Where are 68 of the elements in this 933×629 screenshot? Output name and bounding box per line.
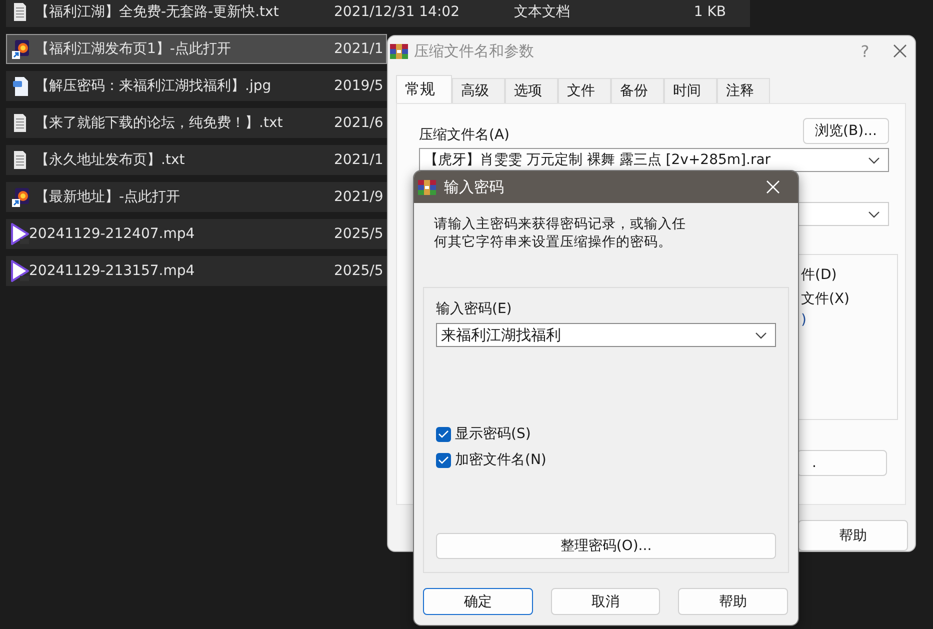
password-combo[interactable]: 来福利江湖找福利 bbox=[436, 323, 776, 347]
dialog-button[interactable]: 取消 bbox=[550, 588, 660, 615]
archive-books-icon bbox=[418, 180, 436, 194]
close-icon bbox=[893, 44, 907, 58]
file-name: 【来了就能下载的论坛，纯免费！】.txt bbox=[35, 114, 284, 132]
file-name: 【福利江湖】全免费-无套路-更新快.txt bbox=[35, 3, 280, 21]
document-icon bbox=[12, 150, 28, 170]
window-title: 压缩文件名和参数 bbox=[414, 42, 535, 60]
dialog-title: 输入密码 bbox=[444, 178, 505, 196]
file-date: 2021/12/31 14:02 bbox=[334, 4, 460, 20]
file-name: 【永久地址发布页】.txt bbox=[35, 151, 186, 169]
file-date: 2021/9 bbox=[334, 189, 384, 205]
instruction-text: 请输入主密码来获得密码记录，或输入任何其它字符串来设置压缩操作的密码。 bbox=[434, 215, 687, 252]
file-date: 2025/5 bbox=[334, 263, 384, 279]
check-icon bbox=[438, 429, 449, 439]
field-label: 压缩文件名(A) bbox=[419, 126, 510, 144]
file-date: 2021/1 bbox=[334, 41, 384, 57]
file-date: 2021/1 bbox=[334, 152, 384, 168]
field-label: 输入密码(E) bbox=[436, 300, 513, 318]
file-name: 20241129-212407.mp4 bbox=[29, 226, 196, 242]
file-type: 文本文档 bbox=[514, 3, 571, 21]
tab[interactable]: 常规 bbox=[396, 75, 452, 103]
file-name: 【最新地址】-点此打开 bbox=[35, 188, 182, 206]
file-row[interactable]: 【来了就能下载的论坛，纯免费！】.txt 2021/6 bbox=[6, 108, 387, 138]
file-date: 2025/5 bbox=[334, 226, 384, 242]
file-row[interactable]: 【永久地址发布页】.txt 2021/1 bbox=[6, 145, 387, 175]
option-label: 件(D) bbox=[801, 266, 837, 284]
file-name: 20241129-213157.mp4 bbox=[29, 263, 196, 279]
dialog-button[interactable]: 确定 bbox=[423, 588, 533, 615]
shortcut-icon bbox=[10, 186, 30, 208]
checkbox-label: 显示密码(S) bbox=[455, 425, 531, 443]
image-file-icon bbox=[12, 76, 28, 96]
tab[interactable]: 注释 bbox=[717, 78, 770, 103]
tab[interactable]: 文件 bbox=[558, 78, 611, 103]
play-icon bbox=[10, 223, 30, 245]
browse-button[interactable]: 浏览(B)... bbox=[803, 118, 889, 144]
check-icon bbox=[438, 455, 449, 465]
option-label: ) bbox=[801, 312, 806, 328]
checkbox-label: 加密文件名(N) bbox=[455, 451, 546, 469]
option-label: 文件(X) bbox=[801, 290, 850, 308]
archive-books-icon bbox=[390, 44, 408, 58]
file-date: 2019/5 bbox=[334, 78, 384, 94]
tab[interactable]: 时间 bbox=[664, 78, 717, 103]
file-row[interactable]: 【福利江湖】全免费-无套路-更新快.txt 2021/12/31 14:02 文本文档 1 KB bbox=[6, 0, 750, 27]
checkbox[interactable] bbox=[436, 452, 451, 468]
document-icon bbox=[12, 113, 28, 133]
tab[interactable]: 备份 bbox=[611, 78, 664, 103]
file-name: 【福利江湖发布页1】-点此打开 bbox=[35, 40, 232, 58]
organize-passwords-button[interactable]: 整理密码(O)... bbox=[436, 533, 776, 559]
file-row[interactable]: 【解压密码：来福利江湖找福利】.jpg 2019/5 bbox=[6, 71, 387, 101]
file-name: 【解压密码：来福利江湖找福利】.jpg bbox=[35, 77, 272, 95]
file-row[interactable]: 【福利江湖发布页1】-点此打开 2021/1 bbox=[6, 34, 387, 64]
file-row[interactable]: 20241129-213157.mp4 2025/5 bbox=[6, 256, 387, 286]
file-date: 2021/6 bbox=[334, 115, 384, 131]
partial-button[interactable]: . bbox=[797, 450, 887, 476]
play-icon bbox=[10, 260, 30, 282]
checkbox[interactable] bbox=[436, 426, 451, 442]
document-icon bbox=[12, 2, 28, 22]
file-size: 1 KB bbox=[692, 4, 726, 20]
archive-name-combo[interactable]: 【虎牙】肖雯雯 万元定制 裸舞 露三点 [2v+285m].rar bbox=[419, 148, 889, 172]
file-row[interactable]: 【最新地址】-点此打开 2021/9 bbox=[6, 182, 387, 212]
tab[interactable]: 高级 bbox=[452, 78, 505, 103]
file-row[interactable]: 20241129-212407.mp4 2025/5 bbox=[6, 219, 387, 249]
tab[interactable]: 选项 bbox=[505, 78, 558, 103]
dialog-button[interactable]: 帮助 bbox=[678, 588, 788, 615]
close-icon bbox=[766, 180, 780, 194]
help-button[interactable]: 帮助 bbox=[798, 520, 908, 551]
shortcut-icon bbox=[10, 38, 30, 60]
